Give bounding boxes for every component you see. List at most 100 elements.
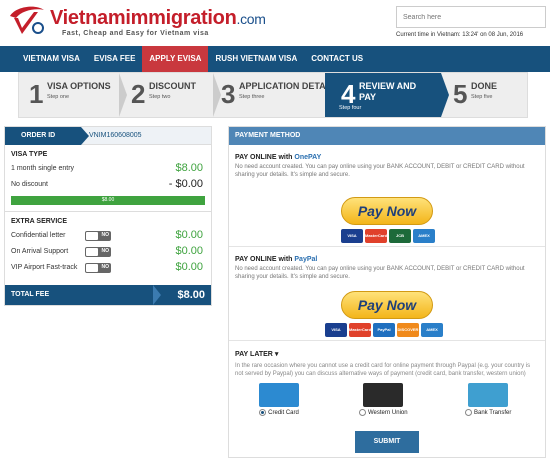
order-id-label: ORDER ID	[5, 127, 89, 145]
step-title-line2: PAY	[359, 92, 377, 102]
toggle-knob	[86, 248, 98, 256]
extra-row: On Arrival Support NO $0.00	[5, 245, 211, 259]
visa-icon: VISA	[325, 323, 347, 337]
payment-panel: PAYMENT METHOD PAY ONLINE with OnePAY No…	[228, 126, 546, 458]
total-fee-value: $8.00	[177, 289, 205, 301]
onepay-name: OnePAY	[294, 154, 322, 161]
toggle-state: NO	[101, 248, 110, 254]
bank-icon	[468, 383, 509, 407]
discount-label: No discount	[11, 181, 48, 188]
jcb-icon: JCB	[389, 229, 411, 243]
option-credit-card[interactable]: Credit Card	[259, 383, 299, 416]
amex-icon: AMEX	[421, 323, 443, 337]
extra-label: Confidential letter	[11, 232, 66, 239]
paypal-name: PayPal	[294, 256, 318, 263]
order-summary: ORDER ID VNIM160608005 VISA TYPE 1 month…	[4, 126, 212, 306]
nav-contact-us[interactable]: CONTACT US	[304, 46, 370, 72]
order-bar: ORDER ID VNIM160608005	[5, 127, 211, 145]
bank-transfer-radio[interactable]	[465, 409, 472, 416]
vip-fast-track-toggle[interactable]: NO	[85, 263, 111, 273]
caret-down-icon: ▾	[274, 351, 279, 358]
onepay-pay-now-button[interactable]: Pay Now	[341, 197, 433, 225]
western-union-radio[interactable]	[359, 409, 366, 416]
onepay-prefix: PAY ONLINE with	[235, 154, 295, 161]
step-4: 4 REVIEW AND PAY Step four	[325, 73, 441, 117]
toggle-state: NO	[101, 264, 110, 270]
confidential-letter-toggle[interactable]: NO	[85, 231, 111, 241]
step-number: 5	[453, 79, 468, 109]
step-title: DISCOUNT	[149, 81, 196, 91]
extra-value: $0.00	[175, 229, 203, 241]
western-union-icon	[363, 383, 404, 407]
total-fee-label: TOTAL FEE	[11, 291, 50, 298]
extra-row: Confidential letter NO $0.00	[5, 229, 211, 243]
option-label: Bank Transfer	[465, 409, 511, 416]
mastercard-icon: MasterCard	[365, 229, 387, 243]
search-input[interactable]	[396, 6, 546, 28]
visa-entry-value: $8.00	[175, 162, 203, 174]
step-separator	[441, 73, 449, 117]
option-label: Western Union	[359, 409, 408, 416]
paypal-card-logos: VISA MasterCard PayPal DISCOVER AMEX	[325, 323, 443, 337]
option-western-union[interactable]: Western Union	[359, 383, 408, 416]
step-5: 5 DONE Step five	[453, 73, 523, 117]
progress-steps: 1 VISA OPTIONS Step one 2 DISCOUNT Step …	[18, 72, 528, 118]
site-header: Vietnamimmigration.com Fast, Cheap and E…	[0, 0, 550, 46]
paypal-prefix: PAY ONLINE with	[235, 256, 295, 263]
total-bar-accent	[153, 285, 161, 305]
discount-row: No discount - $0.00	[5, 178, 211, 192]
discover-icon: DISCOVER	[397, 323, 419, 337]
paypal-title: PAY ONLINE with PayPal	[229, 247, 545, 263]
step-title: VISA OPTIONS	[47, 81, 111, 91]
brand-name[interactable]: Vietnamimmigration.com	[50, 7, 266, 30]
extra-label: On Arrival Support	[11, 248, 69, 255]
nav-vietnam-visa[interactable]: VIETNAM VISA	[16, 46, 87, 72]
step-3: 3 APPLICATION DETAILS Step three	[221, 73, 340, 117]
extra-value: $0.00	[175, 245, 203, 257]
visa-entry-row: 1 month single entry $8.00	[5, 162, 211, 176]
nav-apply-evisa[interactable]: APPLY EVISA	[142, 46, 209, 72]
option-bank-transfer[interactable]: Bank Transfer	[465, 383, 511, 416]
credit-card-radio[interactable]	[259, 409, 267, 416]
toggle-state: NO	[101, 232, 110, 238]
step-title: DONE	[471, 81, 498, 91]
credit-card-icon	[259, 383, 299, 407]
step-separator	[119, 73, 127, 117]
step-2: 2 DISCOUNT Step two	[131, 73, 223, 117]
submit-button[interactable]: SUBMIT	[355, 431, 419, 453]
order-id-value: VNIM160608005	[89, 132, 142, 139]
step-subtitle: Step five	[471, 94, 493, 100]
step-subtitle: Step one	[47, 94, 70, 100]
subtotal-bar: $8.00	[11, 196, 205, 205]
amex-icon: AMEX	[413, 229, 435, 243]
step-subtitle: Step two	[149, 94, 171, 100]
on-arrival-support-toggle[interactable]: NO	[85, 247, 111, 257]
payment-method-header: PAYMENT METHOD	[229, 127, 545, 145]
onepay-card-logos: VISA MasterCard JCB AMEX	[341, 229, 435, 243]
onepay-title: PAY ONLINE with OnePAY	[229, 145, 545, 161]
total-fee-bar: TOTAL FEE $8.00	[5, 285, 211, 305]
extra-label: VIP Airport Fast-track	[11, 264, 78, 271]
visa-type-title: VISA TYPE	[11, 151, 48, 158]
pay-later-dropdown[interactable]: PAY LATER ▾	[229, 341, 545, 358]
step-title: REVIEW AND	[359, 81, 417, 91]
onepay-block: PAY ONLINE with OnePAY No need account c…	[229, 145, 545, 247]
nav-rush-vietnam-visa[interactable]: RUSH VIETNAM VISA	[208, 46, 304, 72]
step-number: 3	[221, 79, 236, 109]
current-time: Current time in Vietnam: 13:24' on 08 Ju…	[396, 32, 524, 38]
brand-suffix: .com	[236, 11, 266, 27]
step-separator	[213, 73, 221, 117]
paypal-description: No need account created. You can pay onl…	[235, 266, 525, 280]
nav-evisa-fee[interactable]: EVISA FEE	[87, 46, 143, 72]
tagline: Fast, Cheap and Easy for Vietnam visa	[62, 30, 209, 37]
step-subtitle: Step three	[239, 94, 265, 100]
step-1: 1 VISA OPTIONS Step one	[29, 73, 129, 117]
paypal-block: PAY ONLINE with PayPal No need account c…	[229, 247, 545, 341]
logo-icon[interactable]	[8, 4, 46, 38]
option-label-text: Bank Transfer	[474, 410, 512, 417]
mastercard-icon: MasterCard	[349, 323, 371, 337]
pay-later-description: In the rare occasion where you cannot us…	[235, 363, 531, 377]
main-nav: VIETNAM VISA EVISA FEE APPLY EVISA RUSH …	[0, 46, 550, 72]
extra-value: $0.00	[175, 261, 203, 273]
paypal-pay-now-button[interactable]: Pay Now	[341, 291, 433, 319]
